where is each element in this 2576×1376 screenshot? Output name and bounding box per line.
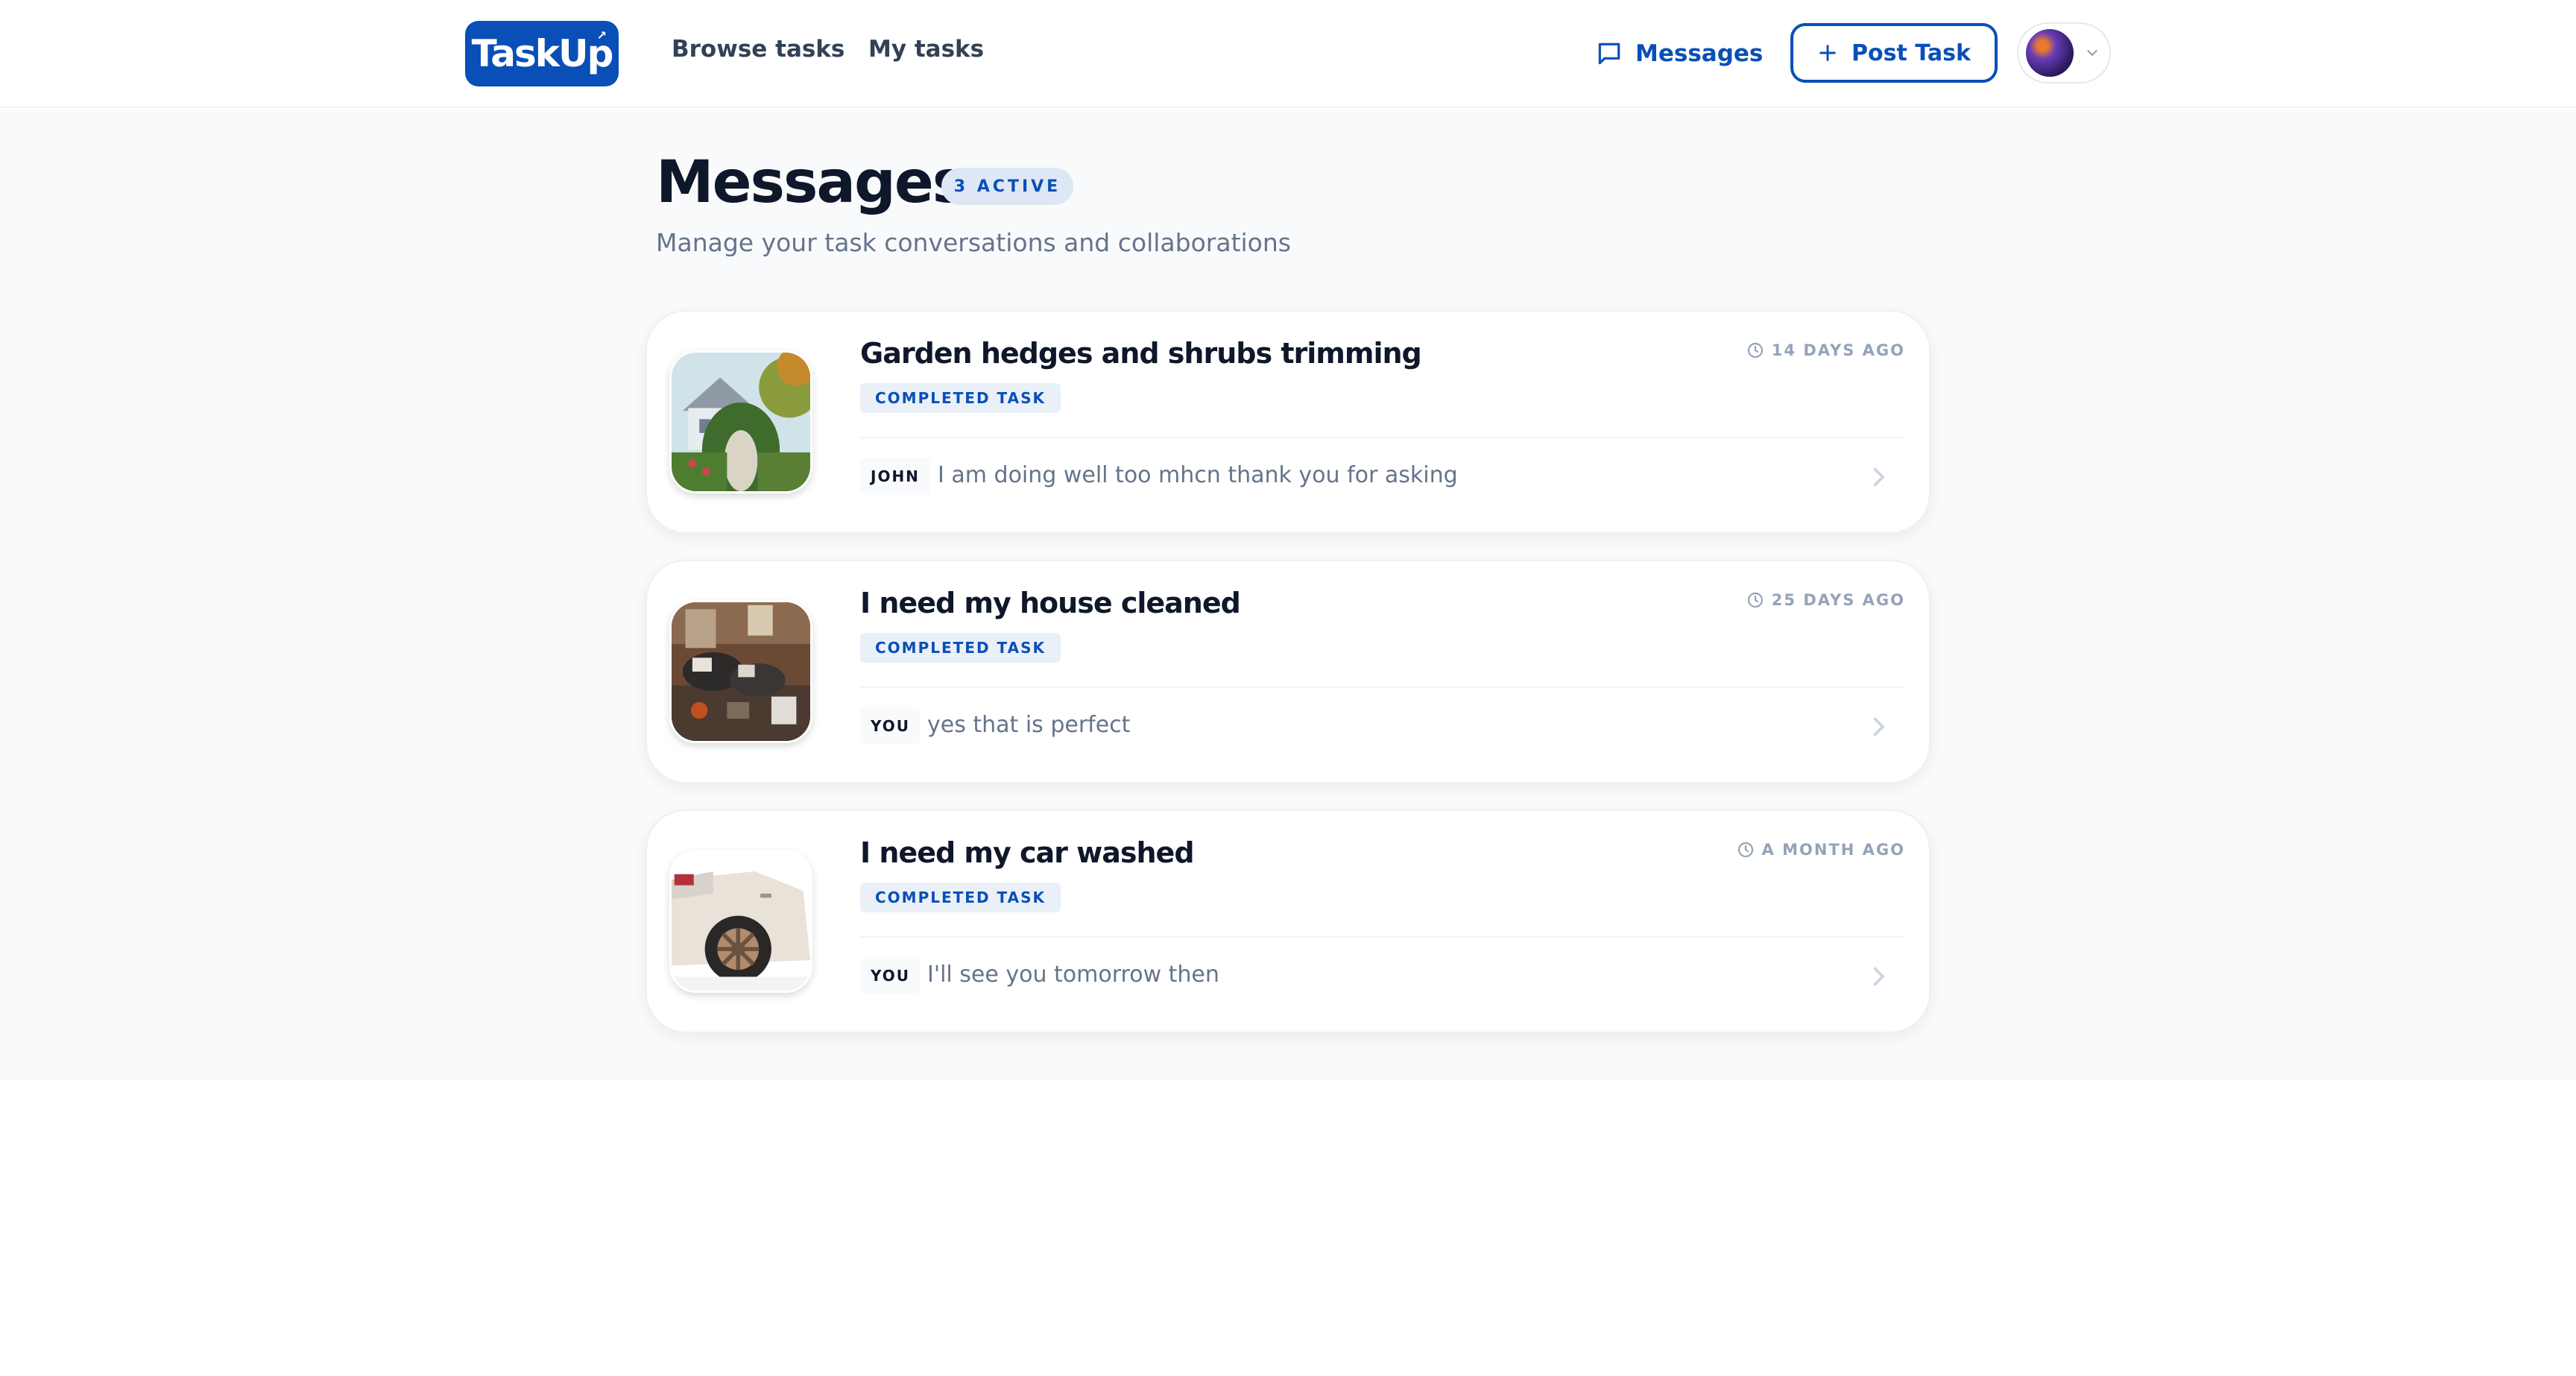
- chevron-down-icon: [2087, 50, 2097, 57]
- taskup-logo[interactable]: TaskUp ↗: [465, 21, 619, 86]
- sender-label: JOHN: [860, 458, 930, 495]
- status-badge: COMPLETED TASK: [860, 883, 1061, 912]
- task-thumbnail-garden: [669, 350, 812, 493]
- user-menu[interactable]: [2017, 22, 2111, 83]
- active-count-badge: 3 ACTIVE: [941, 168, 1073, 205]
- conversation-title: I need my house cleaned: [860, 587, 1241, 619]
- sender-label: YOU: [860, 957, 921, 994]
- last-message-preview: I am doing well too mhcn thank you for a…: [938, 462, 1458, 488]
- top-nav-bar: TaskUp ↗ Browse tasks My tasks Messages …: [0, 0, 2576, 108]
- conversation-title: I need my car washed: [860, 836, 1195, 869]
- plus-icon: [1819, 45, 1836, 61]
- conversation-title: Garden hedges and shrubs trimming: [860, 337, 1422, 370]
- status-badge: COMPLETED TASK: [860, 383, 1061, 413]
- conversation-card[interactable]: Garden hedges and shrubs trimming COMPLE…: [645, 310, 1931, 534]
- logo-mark-icon: ↗: [596, 28, 607, 42]
- card-divider: [860, 936, 1905, 938]
- post-task-label: Post Task: [1852, 40, 1971, 66]
- conversation-card[interactable]: I need my house cleaned COMPLETED TASK 2…: [645, 560, 1931, 783]
- post-task-button[interactable]: Post Task: [1790, 23, 1998, 83]
- page-subtitle: Manage your task conversations and colla…: [656, 228, 1291, 257]
- conversation-time: 14 DAYS AGO: [1746, 341, 1905, 359]
- last-message-preview: yes that is perfect: [927, 712, 1131, 738]
- card-divider: [860, 687, 1905, 688]
- conversation-card[interactable]: I need my car washed COMPLETED TASK A MO…: [645, 809, 1931, 1033]
- card-divider: [860, 437, 1905, 438]
- avatar: [2026, 29, 2074, 77]
- task-thumbnail-car: [669, 850, 812, 993]
- nav-browse-tasks[interactable]: Browse tasks: [672, 36, 845, 63]
- time-label: 14 DAYS AGO: [1771, 341, 1905, 359]
- status-badge: COMPLETED TASK: [860, 633, 1061, 663]
- nav-my-tasks[interactable]: My tasks: [868, 36, 984, 63]
- clock-icon: [1737, 842, 1753, 858]
- nav-messages-label: Messages: [1635, 40, 1764, 67]
- nav-messages[interactable]: Messages: [1595, 33, 1763, 75]
- clock-icon: [1747, 592, 1763, 608]
- sender-label: YOU: [860, 707, 921, 745]
- clock-icon: [1747, 342, 1763, 359]
- page-title: Messages: [656, 149, 967, 216]
- chevron-right-icon: [1873, 467, 1885, 487]
- chevron-right-icon: [1873, 967, 1885, 986]
- task-thumbnail-house: [669, 600, 812, 743]
- time-label: A MONTH AGO: [1761, 841, 1905, 859]
- conversation-time: A MONTH AGO: [1737, 841, 1905, 859]
- time-label: 25 DAYS AGO: [1771, 591, 1905, 609]
- last-message-preview: I'll see you tomorrow then: [927, 962, 1219, 988]
- chat-bubble-icon: [1598, 42, 1620, 65]
- chevron-right-icon: [1873, 717, 1885, 736]
- logo-text: TaskUp: [471, 32, 614, 75]
- conversation-time: 25 DAYS AGO: [1746, 591, 1905, 609]
